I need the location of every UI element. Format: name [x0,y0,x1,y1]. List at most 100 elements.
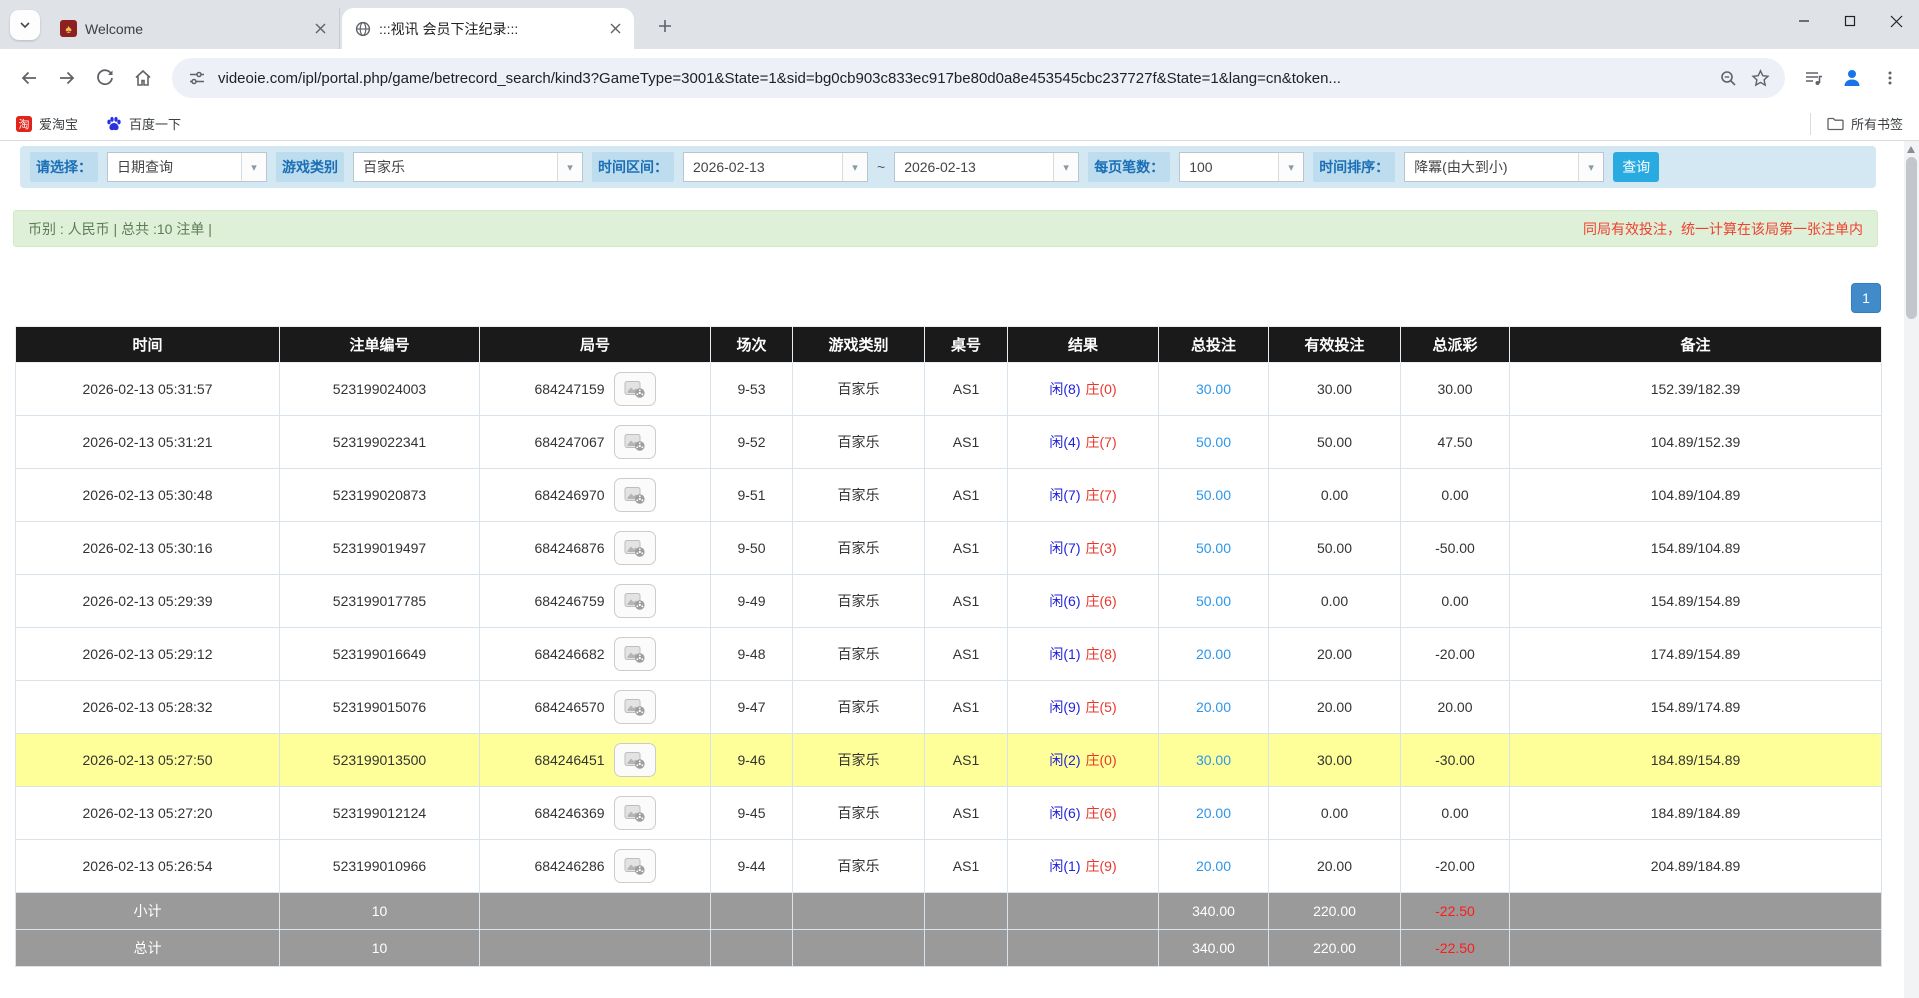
video-replay-button[interactable] [614,478,656,512]
round-cell: 684247159 [480,363,711,416]
game-type-cell: 百家乐 [793,734,925,787]
session-cell: 9-50 [711,522,793,575]
total-bet-cell[interactable]: 30.00 [1159,734,1269,787]
profile-avatar[interactable] [1835,61,1869,95]
column-header: 游戏类别 [793,327,925,363]
search-button[interactable]: 查询 [1613,152,1659,182]
chevron-down-icon[interactable] [557,153,582,181]
round-number: 684247159 [534,381,604,397]
video-replay-button[interactable] [614,584,656,618]
total-bet-link[interactable]: 30.00 [1196,381,1231,397]
result-cell: 闲(9)庄(5) [1008,681,1159,734]
video-replay-button[interactable] [614,372,656,406]
footer-count-cell: 10 [280,930,480,967]
tab-close-icon[interactable] [311,20,329,38]
page-scrollbar[interactable] [1904,141,1919,998]
valid-bet-cell: 50.00 [1269,416,1401,469]
total-bet-cell[interactable]: 50.00 [1159,575,1269,628]
chevron-down-icon[interactable] [241,153,266,181]
bookmark-star-icon[interactable] [1749,67,1771,89]
column-header: 总投注 [1159,327,1269,363]
note-cell: 104.89/152.39 [1510,416,1882,469]
game-type-select[interactable]: 百家乐 [353,152,583,182]
total-bet-link[interactable]: 50.00 [1196,593,1231,609]
video-replay-button[interactable] [614,849,656,883]
chevron-down-icon[interactable] [1278,153,1303,181]
total-bet-cell[interactable]: 20.00 [1159,787,1269,840]
round-cell: 684247067 [480,416,711,469]
video-replay-button[interactable] [614,690,656,724]
total-bet-link[interactable]: 50.00 [1196,434,1231,450]
site-settings-icon[interactable] [186,67,208,89]
tab-bet-record[interactable]: :::视讯 会员下注纪录::: [342,8,634,49]
column-header: 结果 [1008,327,1159,363]
forward-button[interactable] [50,61,84,95]
chevron-down-icon[interactable] [842,153,867,181]
tab-close-icon[interactable] [606,20,624,38]
chevron-down-icon[interactable] [1053,153,1078,181]
tab-welcome[interactable]: ♠ Welcome [48,8,340,49]
total-bet-link[interactable]: 20.00 [1196,699,1231,715]
minimize-button[interactable] [1781,0,1827,42]
all-bookmarks-button[interactable]: 所有书签 [1810,113,1903,135]
url-text[interactable]: videoie.com/ipl/portal.php/game/betrecor… [218,70,1707,87]
back-button[interactable] [12,61,46,95]
game-type-cell: 百家乐 [793,363,925,416]
total-bet-cell[interactable]: 50.00 [1159,522,1269,575]
total-bet-link[interactable]: 50.00 [1196,540,1231,556]
chevron-down-icon [18,18,32,32]
total-bet-link[interactable]: 20.00 [1196,646,1231,662]
tab-search-button[interactable] [10,10,40,40]
zoom-icon[interactable] [1717,67,1739,89]
note-cell: 204.89/184.89 [1510,840,1882,893]
plus-icon [658,19,672,33]
total-bet-cell[interactable]: 50.00 [1159,469,1269,522]
note-cell: 184.89/184.89 [1510,787,1882,840]
total-bet-cell[interactable]: 50.00 [1159,416,1269,469]
table-no-cell: AS1 [925,363,1008,416]
page-button[interactable]: 1 [1851,283,1881,313]
footer-empty-cell [925,893,1008,930]
bookmark-taobao[interactable]: 淘 爱淘宝 [16,114,78,133]
video-replay-button[interactable] [614,637,656,671]
query-type-select[interactable]: 日期查询 [107,152,267,182]
video-replay-button[interactable] [614,743,656,777]
browser-menu-button[interactable] [1873,61,1907,95]
reload-button[interactable] [88,61,122,95]
total-bet-cell[interactable]: 20.00 [1159,628,1269,681]
media-controls-button[interactable] [1797,61,1831,95]
three-dots-icon [1882,70,1898,86]
date-from-select[interactable]: 2026-02-13 [683,152,868,182]
video-replay-button[interactable] [614,531,656,565]
chevron-down-icon[interactable] [1578,153,1603,181]
folder-icon [1827,117,1844,131]
payout-cell: -20.00 [1401,628,1510,681]
maximize-button[interactable] [1827,0,1873,42]
round-number: 684246759 [534,593,604,609]
new-tab-button[interactable] [652,13,678,39]
scrollbar-thumb[interactable] [1906,157,1917,319]
time-sort-select[interactable]: 降冪(由大到小) [1404,152,1604,182]
payout-cell: -30.00 [1401,734,1510,787]
total-bet-cell[interactable]: 20.00 [1159,840,1269,893]
session-cell: 9-47 [711,681,793,734]
result-cell: 闲(1)庄(8) [1008,628,1159,681]
video-replay-button[interactable] [614,796,656,830]
video-replay-button[interactable] [614,425,656,459]
result-player: 闲(8) [1049,381,1080,397]
total-bet-link[interactable]: 20.00 [1196,805,1231,821]
date-to-select[interactable]: 2026-02-13 [894,152,1079,182]
table-no-cell: AS1 [925,469,1008,522]
total-bet-link[interactable]: 30.00 [1196,752,1231,768]
url-bar[interactable]: videoie.com/ipl/portal.php/game/betrecor… [172,58,1785,98]
total-bet-link[interactable]: 20.00 [1196,858,1231,874]
close-window-button[interactable] [1873,0,1919,42]
bookmark-baidu[interactable]: 百度一下 [106,114,181,133]
page-size-select[interactable]: 100 [1179,152,1304,182]
total-bet-cell[interactable]: 30.00 [1159,363,1269,416]
total-bet-link[interactable]: 50.00 [1196,487,1231,503]
scroll-up-arrow-icon[interactable] [1907,146,1915,153]
home-button[interactable] [126,61,160,95]
total-bet-cell[interactable]: 20.00 [1159,681,1269,734]
bet-record-table: 时间注单编号局号场次游戏类别桌号结果总投注有效投注总派彩备注 2026-02-1… [15,326,1882,967]
